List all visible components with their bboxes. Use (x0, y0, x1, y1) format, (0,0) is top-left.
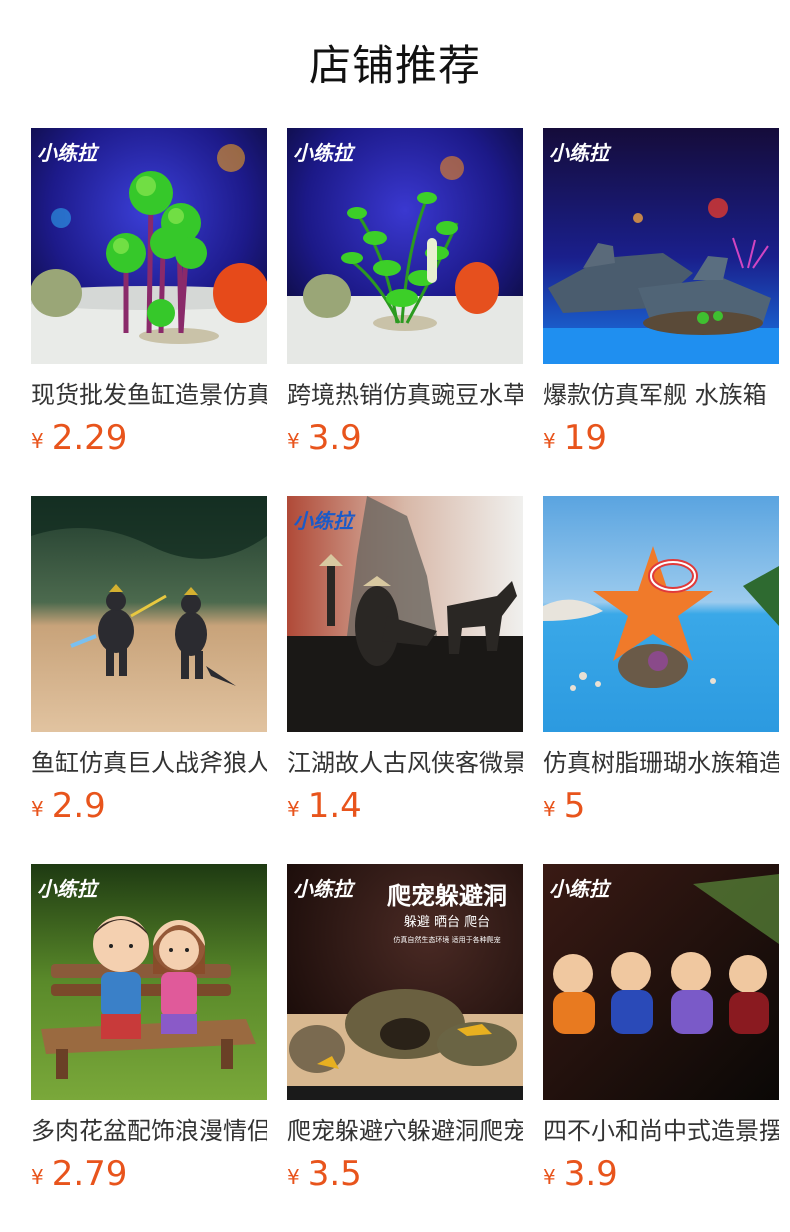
price-value: 2.79 (51, 1154, 128, 1194)
price-value: 19 (563, 418, 607, 458)
banner-subtitle: 躲避 晒台 爬台 (404, 914, 490, 930)
product-price: ¥2.79 (31, 1154, 127, 1194)
brand-logo: 小练拉 (37, 877, 100, 901)
product-name[interactable]: 四不小和尚中式造景摆 (543, 1114, 779, 1148)
product-price: ¥1.4 (287, 786, 362, 826)
price-value: 5 (563, 786, 586, 826)
brand-logo: 小练拉 (549, 877, 612, 901)
product-card[interactable]: 小练拉 跨境热销仿真豌豆水草 ¥3.9 (287, 128, 523, 496)
product-card[interactable]: 小练拉 江湖故人古风侠客微景 ¥1.4 (287, 496, 523, 864)
product-name[interactable]: 江湖故人古风侠客微景 (287, 746, 523, 780)
product-name[interactable]: 多肉花盆配饰浪漫情侣 (31, 1114, 267, 1148)
product-card[interactable]: 小练拉 现货批发鱼缸造景仿真 ¥2.29 (31, 128, 267, 496)
product-card[interactable]: 小练拉 爆款仿真军舰 水族箱 ¥19 (543, 128, 779, 496)
product-name[interactable]: 爆款仿真军舰 水族箱 (543, 378, 779, 412)
price-value: 3.9 (307, 418, 362, 458)
brand-logo: 小练拉 (293, 141, 356, 165)
product-name[interactable]: 现货批发鱼缸造景仿真 (31, 378, 267, 412)
product-card[interactable]: 鱼缸仿真巨人战斧狼人 ¥2.9 (31, 496, 267, 864)
product-image[interactable]: 小练拉 (543, 128, 779, 364)
brand-logo: 小练拉 (37, 141, 100, 165)
product-price: ¥3.9 (287, 418, 362, 458)
brand-logo: 小练拉 (293, 877, 356, 901)
brand-logo: 小练拉 (549, 141, 612, 165)
currency-symbol: ¥ (543, 797, 556, 821)
brand-logo: 小练拉 (293, 509, 356, 533)
product-name[interactable]: 仿真树脂珊瑚水族箱造 (543, 746, 779, 780)
product-grid: 小练拉 现货批发鱼缸造景仿真 ¥2.29 小练拉 跨境热销仿真豌豆水草 ¥ 3.… (31, 128, 790, 1232)
product-image[interactable] (543, 496, 779, 732)
price-value: 2.9 (51, 786, 106, 826)
product-image[interactable]: 小练拉 (287, 128, 523, 364)
currency-symbol: ¥ (287, 797, 300, 821)
product-image[interactable]: 小练拉 (31, 128, 267, 364)
product-price: ¥3.9 (543, 1154, 618, 1194)
product-price: ¥2.9 (31, 786, 106, 826)
price-value: 2.29 (51, 418, 128, 458)
banner-title: 爬宠躲避洞 (387, 882, 507, 910)
product-card[interactable]: 小练拉 四不小和尚中式造景摆 ¥3.9 (543, 864, 779, 1232)
product-image[interactable]: 爬宠躲避洞 躲避 晒台 爬台 仿真自然生态环境 适用于各种爬宠 小练拉 (287, 864, 523, 1100)
currency-symbol: ¥ (543, 1165, 556, 1189)
currency-symbol: ¥ (543, 429, 556, 453)
product-name[interactable]: 鱼缸仿真巨人战斧狼人 (31, 746, 267, 780)
product-image[interactable] (31, 496, 267, 732)
currency-symbol: ¥ (31, 1165, 44, 1189)
product-card[interactable]: 仿真树脂珊瑚水族箱造 ¥5 (543, 496, 779, 864)
product-image[interactable]: 小练拉 (287, 496, 523, 732)
product-image[interactable]: 小练拉 (31, 864, 267, 1100)
product-card[interactable]: 小练拉 多肉花盆配饰浪漫情侣 ¥2.79 (31, 864, 267, 1232)
price-value: 3.9 (563, 1154, 618, 1194)
product-price: ¥3.5 (287, 1154, 362, 1194)
section-title: 店铺推荐 (308, 41, 481, 90)
product-image[interactable]: 小练拉 (543, 864, 779, 1100)
product-name[interactable]: 爬宠躲避穴躲避洞爬宠 (287, 1114, 523, 1148)
currency-symbol: ¥ (287, 429, 300, 453)
banner-note: 仿真自然生态环境 适用于各种爬宠 (393, 935, 500, 944)
currency-symbol: ¥ (31, 797, 44, 821)
product-card[interactable]: 爬宠躲避洞 躲避 晒台 爬台 仿真自然生态环境 适用于各种爬宠 小练拉 爬宠躲避… (287, 864, 523, 1232)
price-value: 1.4 (307, 786, 362, 826)
price-value: 3.5 (307, 1154, 362, 1194)
product-price: ¥5 (543, 786, 585, 826)
currency-symbol: ¥ (287, 1165, 300, 1189)
currency-symbol: ¥ (31, 429, 44, 453)
product-name[interactable]: 跨境热销仿真豌豆水草 (287, 378, 523, 412)
product-price: ¥2.29 (31, 418, 127, 458)
product-price: ¥19 (543, 418, 607, 458)
